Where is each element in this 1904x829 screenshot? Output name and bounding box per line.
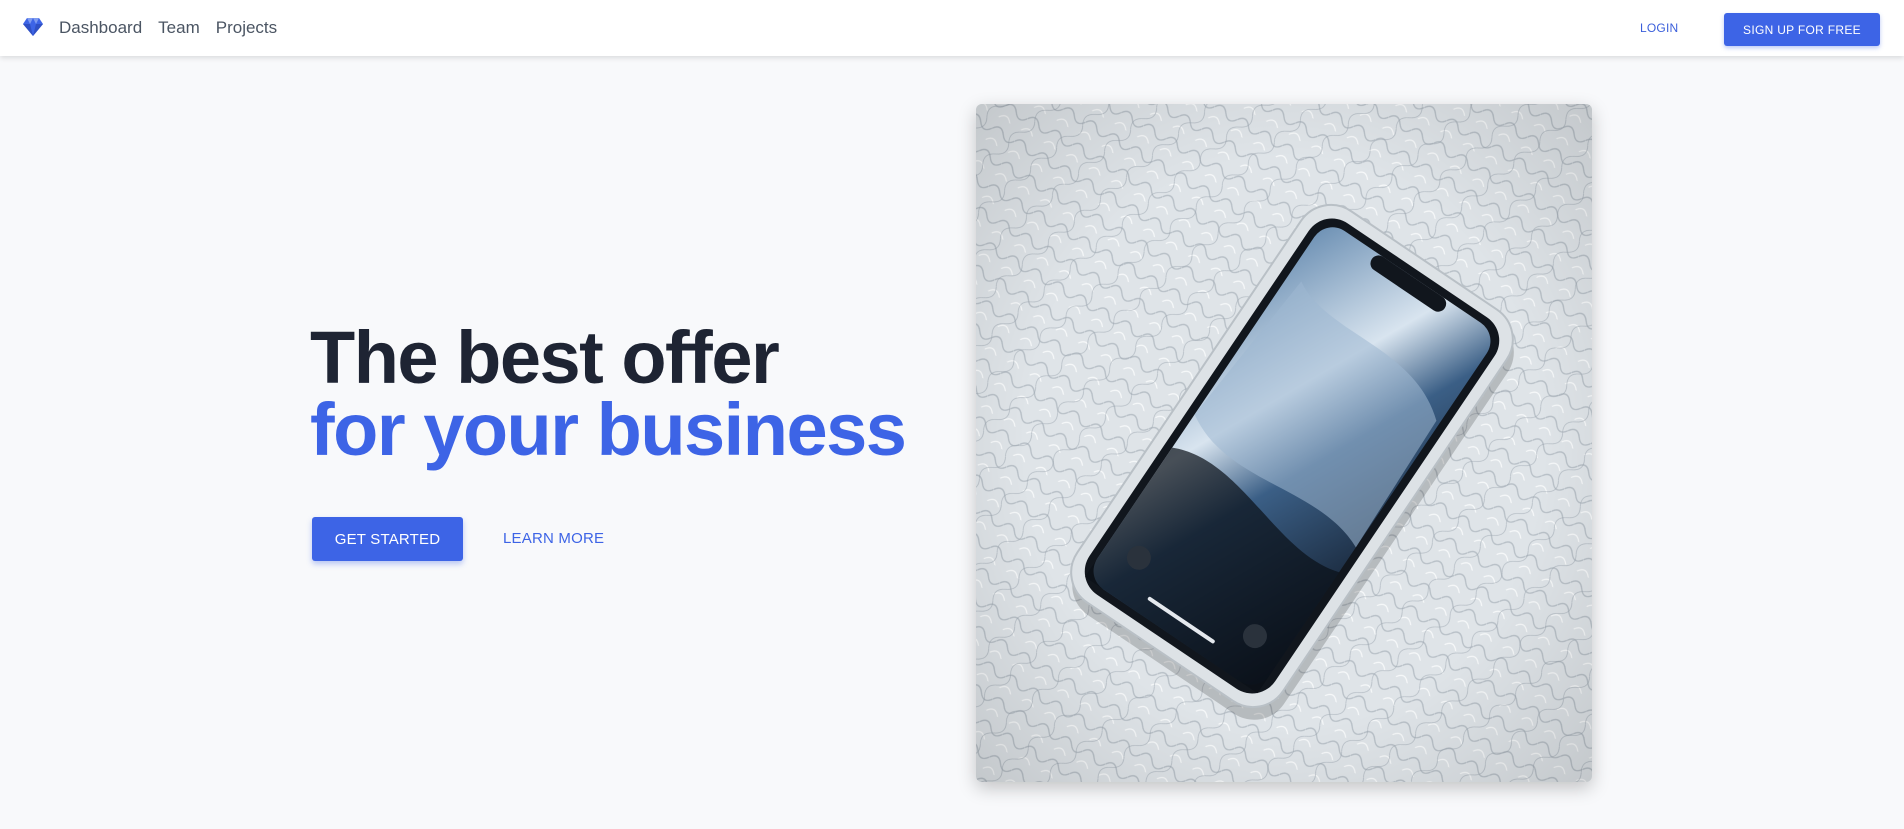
hero-title-line2: for your business: [310, 388, 907, 471]
navbar: Dashboard Team Projects LOGIN SIGN UP FO…: [0, 0, 1904, 56]
learn-more-link[interactable]: LEARN MORE: [503, 528, 604, 550]
hero-title: The best offer for your business: [310, 316, 907, 471]
hero-phone-image: [976, 104, 1592, 782]
main-nav: Dashboard Team Projects: [59, 17, 277, 39]
nav-link-dashboard[interactable]: Dashboard: [59, 17, 142, 39]
login-link[interactable]: LOGIN: [1640, 16, 1678, 40]
signup-button[interactable]: SIGN UP FOR FREE: [1724, 13, 1880, 46]
get-started-button[interactable]: GET STARTED: [312, 517, 463, 561]
hero-title-line1: The best offer: [310, 316, 780, 399]
nav-link-projects[interactable]: Projects: [216, 17, 277, 39]
nav-link-team[interactable]: Team: [158, 17, 200, 39]
diamond-icon[interactable]: [22, 17, 44, 37]
